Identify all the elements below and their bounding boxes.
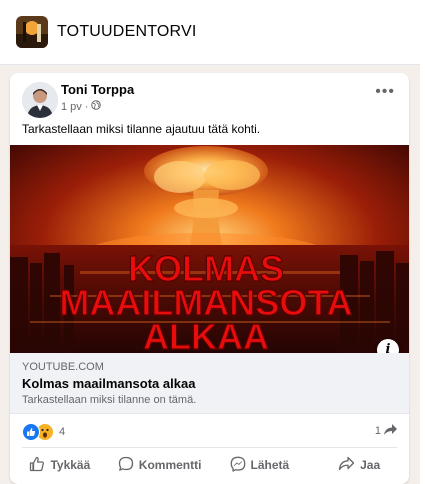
- send-label: Lähetä: [250, 458, 290, 472]
- author-name[interactable]: Toni Torppa: [61, 82, 134, 97]
- more-options-button[interactable]: •••: [375, 84, 395, 100]
- link-title[interactable]: Kolmas maailmansota alkaa: [22, 376, 195, 391]
- comment-label: Kommentti: [138, 458, 202, 472]
- post-actions: Tykkää Kommentti Lähetä Jaa: [10, 448, 409, 482]
- image-text-line-3: ALKAA: [143, 316, 269, 353]
- post-text: Tarkastellaan miksi tilanne ajautuu tätä…: [22, 122, 261, 136]
- post-meta: 1 pv ·: [61, 100, 102, 113]
- comment-button[interactable]: Kommentti: [110, 448, 210, 482]
- page-edge: [420, 0, 425, 484]
- link-description: Tarkastellaan miksi tilanne on tämä.: [22, 394, 197, 406]
- share-count-value: 1: [374, 425, 381, 437]
- thumbs-up-icon: [29, 456, 45, 475]
- group-avatar[interactable]: [16, 16, 48, 48]
- share-label: Jaa: [360, 458, 381, 472]
- reaction-count: 4: [59, 426, 66, 438]
- link-domain: YOUTUBE.COM: [22, 361, 104, 373]
- messenger-icon: [230, 456, 246, 475]
- reactions-summary[interactable]: 4: [22, 423, 65, 441]
- share-arrow-icon: [384, 424, 397, 438]
- comment-bubble-icon: [118, 456, 134, 475]
- post-time[interactable]: 1 pv: [61, 101, 82, 113]
- group-name[interactable]: TOTUUDENTORVI: [57, 23, 197, 41]
- group-header: TOTUUDENTORVI: [0, 0, 425, 65]
- link-preview-image[interactable]: KOLMAS MAAILMANSOTA ALKAA i: [10, 145, 409, 353]
- globe-icon: [91, 100, 102, 113]
- more-options-icon: •••: [375, 83, 395, 100]
- post-card: Toni Torppa 1 pv · ••• Tarkastellaan mik…: [10, 73, 409, 484]
- share-button[interactable]: Jaa: [309, 448, 409, 482]
- share-count[interactable]: 1: [375, 424, 397, 438]
- meta-separator: ·: [84, 100, 89, 113]
- share-icon: [338, 456, 355, 474]
- send-button[interactable]: Lähetä: [210, 448, 310, 482]
- link-preview[interactable]: YOUTUBE.COM Kolmas maailmansota alkaa Ta…: [10, 353, 409, 414]
- like-label: Tykkää: [50, 458, 91, 472]
- like-button[interactable]: Tykkää: [10, 448, 110, 482]
- like-reaction-icon: [22, 423, 40, 441]
- author-avatar[interactable]: [22, 82, 58, 118]
- info-icon: i: [385, 342, 391, 353]
